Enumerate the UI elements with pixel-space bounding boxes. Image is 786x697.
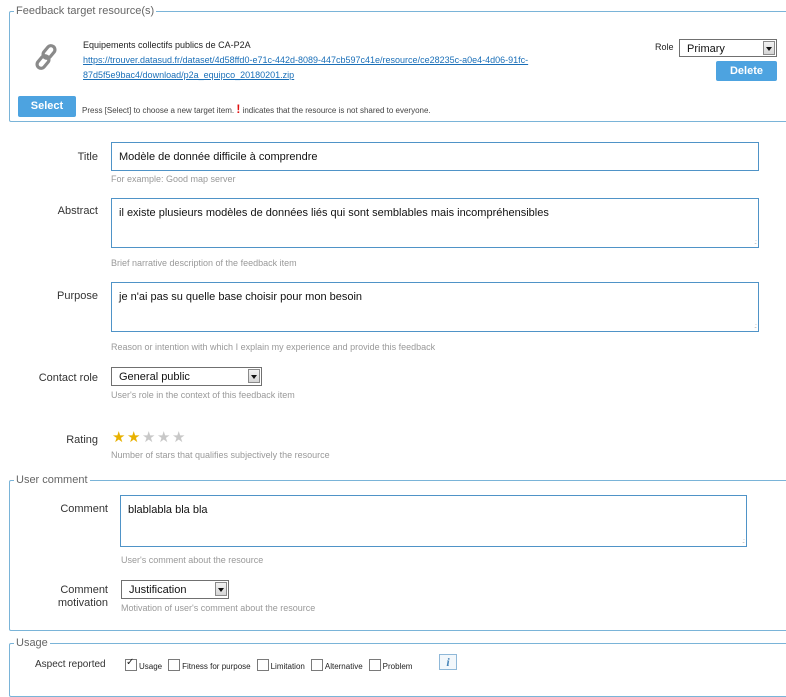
link-icon: [33, 42, 61, 72]
resize-handle-icon[interactable]: .:: [754, 239, 757, 246]
star-icon-1[interactable]: ★: [112, 430, 125, 445]
abstract-help: Brief narrative description of the feedb…: [111, 258, 297, 268]
abstract-label: Abstract: [57, 205, 98, 217]
info-icon[interactable]: i: [439, 654, 457, 670]
aspect-checkbox[interactable]: [125, 657, 137, 671]
contact-role-value: General public: [119, 371, 190, 383]
aspect-reported-label: Aspect reported: [35, 659, 106, 670]
role-label: Role: [655, 42, 674, 52]
rating-stars[interactable]: ★ ★ ★ ★ ★: [112, 430, 192, 446]
comment-label: Comment: [60, 503, 108, 515]
role-select-value: Primary: [687, 43, 725, 55]
contact-role-help: User's role in the context of this feedb…: [111, 390, 295, 400]
contact-role-label: Contact role: [38, 372, 98, 384]
aspect-checkbox[interactable]: [256, 659, 269, 671]
chevron-down-icon[interactable]: [215, 582, 227, 596]
target-resource-legend: Feedback target resource(s): [16, 5, 155, 17]
select-hint: Press [Select] to choose a new target it…: [82, 102, 431, 116]
role-select[interactable]: Primary: [679, 39, 777, 57]
purpose-value: je n'ai pas su quelle base choisir pour …: [119, 291, 363, 303]
comment-motivation-label: Comment motivation: [20, 584, 108, 610]
aspect-checkbox[interactable]: [368, 659, 381, 671]
abstract-textarea[interactable]: il existe plusieurs modèles de données l…: [111, 198, 759, 248]
star-icon-5[interactable]: ★: [172, 430, 185, 445]
aspect-checkbox[interactable]: [168, 659, 181, 671]
comment-textarea[interactable]: blablabla bla bla .:: [120, 495, 747, 547]
comment-motivation-label-2: motivation: [57, 597, 108, 609]
chevron-down-icon[interactable]: [248, 369, 260, 383]
comment-value: blablabla bla bla: [128, 504, 208, 516]
purpose-label: Purpose: [57, 290, 98, 302]
abstract-value: il existe plusieurs modèles de données l…: [119, 207, 549, 219]
star-icon-3[interactable]: ★: [142, 430, 155, 445]
select-hint-before: Press [Select] to choose a new target it…: [82, 106, 235, 115]
comment-motivation-help: Motivation of user's comment about the r…: [121, 603, 316, 613]
delete-button[interactable]: Delete: [716, 61, 777, 81]
star-icon-4[interactable]: ★: [157, 430, 170, 445]
comment-motivation-value: Justification: [129, 584, 187, 596]
aspect-reported-options: UsageFitness for purposeLimitationAltern…: [125, 657, 418, 672]
contact-role-select[interactable]: General public: [111, 367, 262, 386]
purpose-textarea[interactable]: je n'ai pas su quelle base choisir pour …: [111, 282, 759, 332]
select-hint-after: indicates that the resource is not share…: [242, 106, 431, 115]
aspect-checkbox[interactable]: [310, 659, 323, 671]
star-icon-2[interactable]: ★: [127, 430, 140, 445]
user-comment-legend: User comment: [16, 474, 88, 486]
resource-title: Equipements collectifs publics de CA-P2A: [83, 40, 251, 50]
comment-help: User's comment about the resource: [121, 555, 264, 565]
title-help: For example: Good map server: [111, 174, 236, 184]
resource-url-link-line2[interactable]: 87d5f5e9bac4/download/p2a_equipco_201802…: [83, 68, 294, 83]
select-button[interactable]: Select: [18, 96, 76, 117]
comment-motivation-select[interactable]: Justification: [121, 580, 229, 599]
rating-label: Rating: [66, 434, 98, 446]
title-input[interactable]: Modèle de donnée difficile à comprendre: [111, 142, 759, 171]
resize-handle-icon[interactable]: .:: [742, 538, 745, 545]
title-label: Title: [77, 151, 98, 163]
resize-handle-icon[interactable]: .:: [754, 323, 757, 330]
usage-legend: Usage: [16, 637, 48, 649]
chevron-down-icon[interactable]: [763, 41, 775, 55]
not-shared-warning-icon: !: [236, 102, 241, 116]
comment-motivation-label-1: Comment: [60, 584, 108, 596]
rating-help: Number of stars that qualifies subjectiv…: [111, 450, 330, 460]
resource-url-link-line1[interactable]: https://trouver.datasud.fr/dataset/4d58f…: [83, 53, 528, 68]
purpose-help: Reason or intention with which I explain…: [111, 342, 436, 352]
